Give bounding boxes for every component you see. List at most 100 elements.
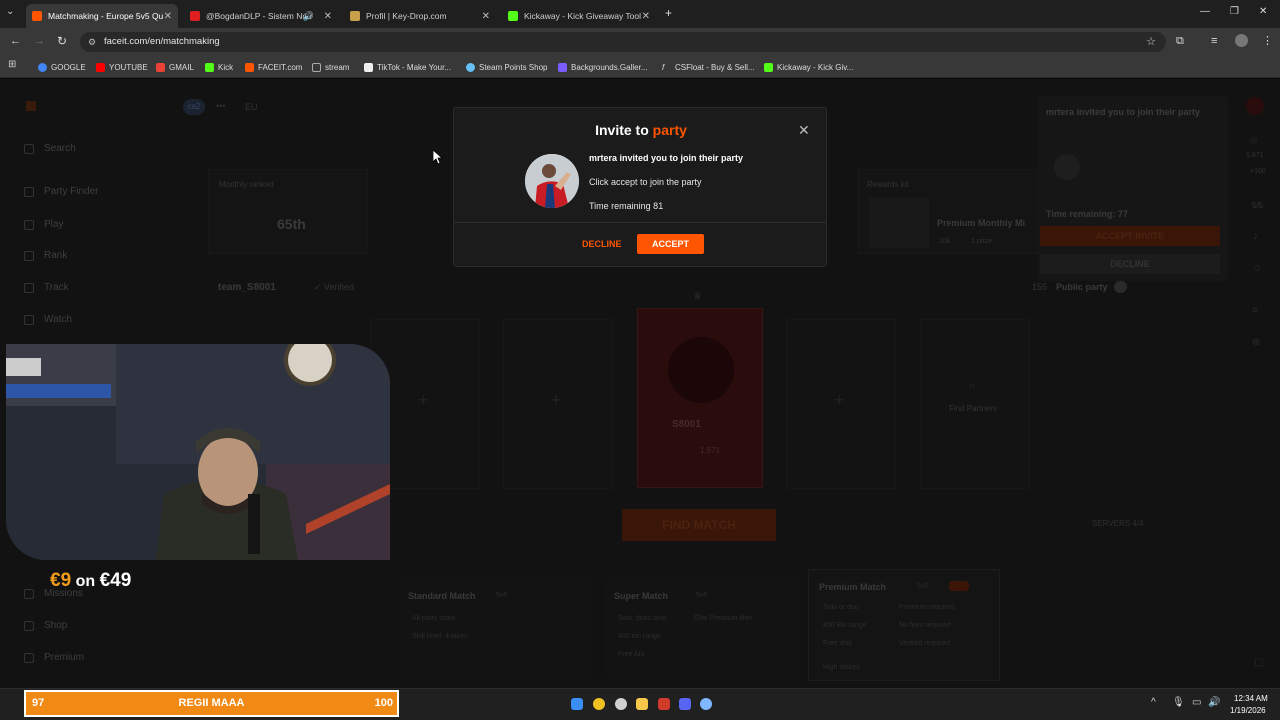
bookmark-star-icon[interactable]: ☆ [1146,32,1156,52]
mode-card-standard[interactable]: Standard Match 5v5 All party sizes Skill… [398,579,594,679]
menu-icon[interactable]: ⋮ [1262,34,1273,47]
bookmark-kick[interactable]: Kick [205,60,233,74]
mode-card-super[interactable]: Super Match 5v5 Solo, duos only Elite Pr… [604,579,800,679]
sidebar-item-party-finder[interactable]: Party Finder [24,186,98,197]
sidebar-item-watch[interactable]: Watch [24,314,72,325]
sidebar-label: Rank [44,250,68,261]
empty-slot[interactable]: + [503,319,613,489]
microphone-icon[interactable]: 🎙 [1172,697,1185,708]
bell-icon[interactable]: ♪ [1253,231,1258,242]
accept-button[interactable]: ACCEPT [637,234,704,254]
site-info-icon[interactable]: ⚙ [88,32,96,52]
network-icon[interactable]: ▭ [1192,697,1201,708]
close-icon[interactable]: ✕ [482,11,490,22]
bookmark-label: YOUTUBE [109,62,148,72]
decline-invite-button[interactable]: DECLINE [1040,254,1220,274]
public-party-toggle[interactable] [1114,281,1127,293]
bookmark-youtube[interactable]: YOUTUBE [96,60,148,74]
sidebar-item-shop[interactable]: Shop [24,620,67,631]
bookmark-backgrounds[interactable]: Backgrounds.Galler... [558,60,647,74]
settings-icon[interactable]: ≡ [1252,305,1258,316]
friends-icon[interactable]: ☺ [1252,263,1262,274]
mode-line: Skill level: 4 taken [412,633,469,640]
mode-line: Free ship [823,640,853,647]
close-icon[interactable]: ✕ [324,11,332,22]
notification-time: Time remaining: 77 [1046,209,1128,219]
bookmark-kickaway[interactable]: Kickaway - Kick Giv... [764,60,853,74]
minimize-icon[interactable]: — [1200,6,1210,17]
chat-icon[interactable]: ▢ [1254,657,1263,668]
back-icon[interactable]: ← [10,35,21,47]
bookmark-tiktok[interactable]: TikTok - Make Your... [364,60,451,74]
new-tab-icon[interactable]: + [665,6,672,20]
media-icon[interactable]: ≡ [1211,35,1217,47]
address-input[interactable]: ⚙ faceit.com/en/matchmaking ☆ [80,32,1166,52]
tiktok-icon [364,62,373,72]
bookmark-stream[interactable]: stream [312,60,349,74]
rewards-meta: 1 prize [971,238,993,245]
tab-kickaway[interactable]: Kickaway - Kick Giveaway Tool ✕ [502,4,656,28]
bookmark-faceit[interactable]: FACEIT.com [245,60,302,74]
find-match-button[interactable]: FIND MATCH [622,509,776,541]
tab-youtube[interactable]: @BogdanDLP - Sistem Nou 🔊 ✕ [184,4,338,28]
sidebar-item-play[interactable]: Play [24,219,63,230]
discord-icon[interactable] [679,698,691,710]
bookmark-steam[interactable]: Steam Points Shop [466,60,547,74]
close-icon[interactable]: ✕ [798,122,810,139]
add-icon[interactable]: ⊕ [1252,337,1260,348]
tab-matchmaking[interactable]: Matchmaking - Europe 5v5 Qu ✕ [26,4,178,28]
file-explorer-icon[interactable] [636,698,648,710]
sidebar-item-track[interactable]: Track [24,282,69,293]
sidebar-item-rank[interactable]: Rank [24,250,67,261]
forward-icon[interactable]: → [34,35,45,47]
sidebar-label: Track [44,282,69,293]
price-overlay: €9 on €49 [50,570,131,592]
bookmark-gmail[interactable]: GMAIL [156,60,194,74]
close-icon[interactable]: ✕ [642,11,650,22]
chrome-icon[interactable] [593,698,605,710]
bookmark-csfloat[interactable]: f CSFloat - Buy & Sell... [662,60,755,74]
coin-icon[interactable]: ◎ [1250,135,1258,146]
mode-line: All party sizes [412,615,456,622]
close-icon[interactable]: ✕ [164,11,172,22]
close-window-icon[interactable]: ✕ [1259,6,1267,17]
bookmark-label: Kick [218,62,234,72]
tab-keydrop[interactable]: Profil | Key-Drop.com ✕ [344,4,496,28]
price-original: €49 [99,570,132,591]
rail-elo: 1,871 [1246,152,1264,159]
mode-card-premium[interactable]: Premium Match 5v5 Solo or duo Premium re… [808,569,1000,681]
user-avatar[interactable] [1246,97,1264,115]
app-icon[interactable] [658,698,670,710]
obs-icon[interactable] [615,698,627,710]
tray-chevron-icon[interactable]: ^ [1151,697,1156,708]
apps-icon[interactable]: ⊞ [8,59,16,70]
restore-icon[interactable]: ❐ [1230,6,1239,17]
mode-title: Standard Match [408,591,476,601]
empty-slot[interactable]: + [786,319,896,489]
kick-icon [205,62,214,72]
decline-button[interactable]: DECLINE [582,239,622,249]
knife-image [869,198,929,248]
speaker-icon[interactable]: 🔊 [303,11,314,22]
sidebar-search[interactable]: Search [24,143,76,154]
goal-title: REGII MAAA [178,697,245,709]
volume-icon[interactable]: 🔊 [1208,697,1220,708]
profile-avatar[interactable] [1235,34,1248,47]
extensions-icon[interactable]: ⧉ [1176,35,1184,48]
player-card[interactable]: S8001 1,871 [637,308,763,488]
app-icon[interactable] [700,698,712,710]
tab-search-icon[interactable]: ⌄ [6,6,14,17]
game-badge[interactable]: cs2 [183,99,205,115]
find-partners-slot[interactable]: ⌕ Find Partners [920,319,1030,489]
clock-time[interactable]: 12:34 AM [1234,694,1268,703]
windows-start-icon[interactable] [571,698,583,710]
clock-date[interactable]: 1/19/2026 [1230,706,1266,715]
youtube-icon [190,11,200,21]
accept-invite-button[interactable]: ACCEPT INVITE [1040,226,1220,246]
bookmark-google[interactable]: GOOGLE [38,60,86,74]
sidebar-label: Party Finder [44,186,99,197]
reload-icon[interactable]: ↻ [57,34,67,48]
public-count: 155 [1032,282,1048,292]
sidebar-item-premium[interactable]: Premium [24,652,84,663]
more-icon[interactable]: ••• [216,101,225,111]
